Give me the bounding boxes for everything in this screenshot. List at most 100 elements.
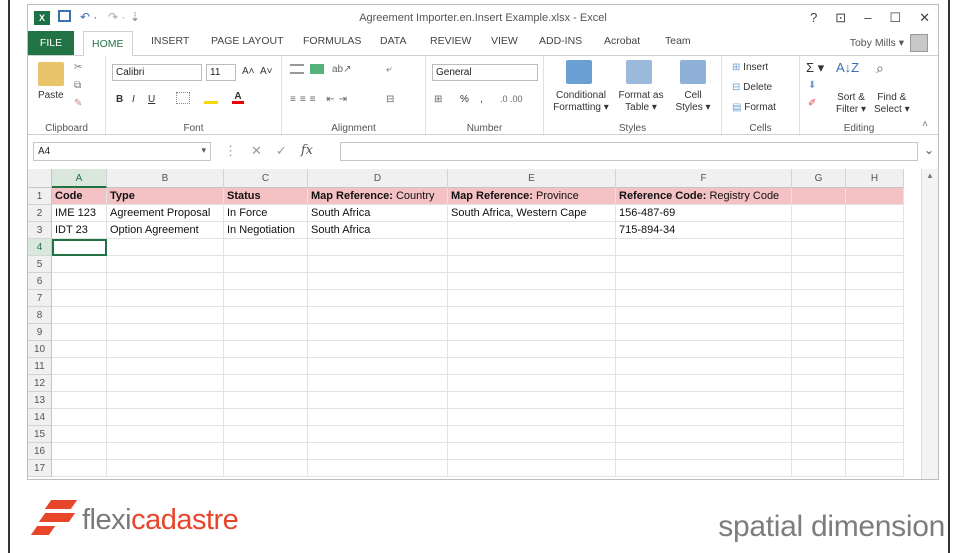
cell-a7[interactable] <box>52 290 107 307</box>
tab-view[interactable]: VIEW <box>491 35 518 47</box>
cell-e5[interactable] <box>448 256 616 273</box>
formula-input[interactable] <box>340 142 918 161</box>
column-header-c[interactable]: C <box>224 169 308 188</box>
cell-a16[interactable] <box>52 443 107 460</box>
shrink-font-icon[interactable]: A˅ <box>260 66 273 77</box>
fill-color-icon[interactable] <box>204 92 218 104</box>
cell-d4[interactable] <box>308 239 448 256</box>
merge-center-icon[interactable]: ⊟ <box>386 94 394 105</box>
cell-g10[interactable] <box>792 341 846 358</box>
cell-b5[interactable] <box>107 256 224 273</box>
vertical-scrollbar[interactable]: ▲ <box>921 169 938 479</box>
row-header-9[interactable]: 9 <box>28 324 52 341</box>
cell-b11[interactable] <box>107 358 224 375</box>
cell-b7[interactable] <box>107 290 224 307</box>
cell-c14[interactable] <box>224 409 308 426</box>
conditional-formatting-icon[interactable] <box>566 60 592 84</box>
cell-a8[interactable] <box>52 307 107 324</box>
cell-e2[interactable]: South Africa, Western Cape <box>448 205 616 222</box>
cell-f17[interactable] <box>616 460 792 477</box>
cell-g14[interactable] <box>792 409 846 426</box>
column-header-a[interactable]: A <box>52 169 107 188</box>
cell-g13[interactable] <box>792 392 846 409</box>
column-header-h[interactable]: H <box>846 169 904 188</box>
row-header-4[interactable]: 4 <box>28 239 52 256</box>
format-as-table-button[interactable]: Format as Table ▾ <box>614 90 668 114</box>
cell-f16[interactable] <box>616 443 792 460</box>
cell-e11[interactable] <box>448 358 616 375</box>
cell-h8[interactable] <box>846 307 904 324</box>
font-color-icon[interactable]: A <box>232 92 244 104</box>
cell-d6[interactable] <box>308 273 448 290</box>
scroll-up-icon[interactable]: ▲ <box>926 171 934 180</box>
tab-formulas[interactable]: FORMULAS <box>303 35 361 47</box>
enter-icon[interactable]: ✓ <box>276 143 287 159</box>
cell-h10[interactable] <box>846 341 904 358</box>
decimal-icons[interactable]: .0 .00 <box>500 94 523 104</box>
cell-c13[interactable] <box>224 392 308 409</box>
cell-d10[interactable] <box>308 341 448 358</box>
cut-icon[interactable]: ✂ <box>74 62 82 73</box>
cell-e16[interactable] <box>448 443 616 460</box>
cell-g16[interactable] <box>792 443 846 460</box>
cell-d3[interactable]: South Africa <box>308 222 448 239</box>
cell-d8[interactable] <box>308 307 448 324</box>
collapse-ribbon-icon[interactable]: ˄ <box>922 119 928 130</box>
tab-team[interactable]: Team <box>665 35 691 47</box>
cell-f5[interactable] <box>616 256 792 273</box>
cell-e1[interactable]: Map Reference: Province <box>448 188 616 205</box>
cell-f6[interactable] <box>616 273 792 290</box>
autosum-button[interactable]: Σ ▾ <box>806 60 824 76</box>
cell-c8[interactable] <box>224 307 308 324</box>
percent-style-button[interactable]: % <box>460 94 469 105</box>
cell-h6[interactable] <box>846 273 904 290</box>
cell-a1[interactable]: Code <box>52 188 107 205</box>
cell-g6[interactable] <box>792 273 846 290</box>
sort-filter-button[interactable]: Sort & Filter ▾ <box>836 92 866 116</box>
cell-d13[interactable] <box>308 392 448 409</box>
cell-c4[interactable] <box>224 239 308 256</box>
expand-formula-bar-icon[interactable]: ⌄ <box>924 143 934 157</box>
cell-e10[interactable] <box>448 341 616 358</box>
cell-f4[interactable] <box>616 239 792 256</box>
format-as-table-icon[interactable] <box>626 60 652 84</box>
column-header-e[interactable]: E <box>448 169 616 188</box>
cell-f1[interactable]: Reference Code: Registry Code <box>616 188 792 205</box>
orientation-icon[interactable]: ab↗ <box>332 64 352 75</box>
cell-h1[interactable] <box>846 188 904 205</box>
row-header-10[interactable]: 10 <box>28 341 52 358</box>
cell-e13[interactable] <box>448 392 616 409</box>
cell-c2[interactable]: In Force <box>224 205 308 222</box>
sort-filter-icon[interactable]: A↓Z <box>836 60 859 75</box>
cell-h3[interactable] <box>846 222 904 239</box>
close-icon[interactable]: ✕ <box>919 10 930 26</box>
select-all-corner[interactable] <box>28 169 52 188</box>
cell-c6[interactable] <box>224 273 308 290</box>
cell-b10[interactable] <box>107 341 224 358</box>
row-header-3[interactable]: 3 <box>28 222 52 239</box>
help-icon[interactable]: ? <box>810 10 817 26</box>
cell-d17[interactable] <box>308 460 448 477</box>
minimize-icon[interactable]: – <box>864 10 871 26</box>
cell-h11[interactable] <box>846 358 904 375</box>
cell-f13[interactable] <box>616 392 792 409</box>
cell-e7[interactable] <box>448 290 616 307</box>
cell-h16[interactable] <box>846 443 904 460</box>
conditional-formatting-button[interactable]: Conditional Formatting ▾ <box>550 90 612 114</box>
wrap-text-icon[interactable]: ⤶ <box>386 64 392 75</box>
cell-f8[interactable] <box>616 307 792 324</box>
font-name-select[interactable]: Calibri <box>112 64 202 81</box>
tab-acrobat[interactable]: Acrobat <box>604 35 640 47</box>
tab-insert[interactable]: INSERT <box>151 35 189 47</box>
grow-font-icon[interactable]: A˄ <box>242 66 255 77</box>
cell-g17[interactable] <box>792 460 846 477</box>
row-header-8[interactable]: 8 <box>28 307 52 324</box>
cell-b1[interactable]: Type <box>107 188 224 205</box>
cell-f15[interactable] <box>616 426 792 443</box>
cell-a2[interactable]: IME 123 <box>52 205 107 222</box>
row-header-17[interactable]: 17 <box>28 460 52 477</box>
find-select-button[interactable]: Find & Select ▾ <box>874 92 910 116</box>
cell-h4[interactable] <box>846 239 904 256</box>
ribbon-display-icon[interactable]: ⊡ <box>835 10 846 26</box>
cell-b12[interactable] <box>107 375 224 392</box>
